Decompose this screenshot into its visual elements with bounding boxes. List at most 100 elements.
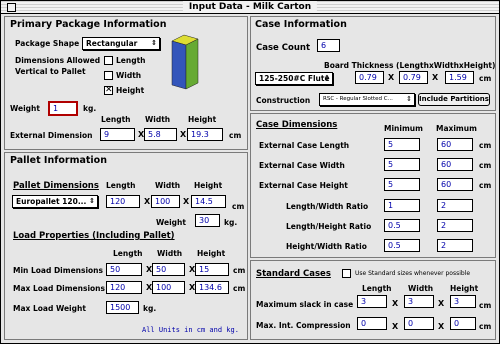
- case-dim-min-field[interactable]: 5: [384, 158, 420, 171]
- board-unit: cm: [479, 74, 492, 83]
- pallet-col-width: Width: [155, 181, 181, 190]
- case-dim-max-field[interactable]: 60: [437, 178, 473, 191]
- col-minimum-label: Minimum: [384, 124, 423, 133]
- max-slack-label: Maximum slack in case: [256, 300, 354, 309]
- height-vertical-checkbox[interactable]: ✕: [104, 86, 113, 95]
- case-dim-min-field[interactable]: 0.5: [384, 239, 420, 252]
- case-dim-max-field[interactable]: 2: [437, 199, 473, 212]
- case-dim-max-field[interactable]: 60: [437, 158, 473, 171]
- col-length-label: Length: [101, 115, 131, 124]
- pallet-type-select[interactable]: Europallet 120... ⇕: [12, 195, 98, 208]
- case-dim-row-label: Length/Height Ratio: [286, 222, 372, 231]
- construction-select[interactable]: RSC - Regular Slotted C... ⇕: [319, 93, 415, 106]
- vertical-to-pallet-label: Vertical to Pallet: [15, 67, 86, 76]
- min-load-length-field[interactable]: 50: [106, 263, 142, 276]
- length-vertical-checkbox[interactable]: [104, 56, 113, 65]
- weight-field[interactable]: 1: [48, 101, 78, 116]
- case-dim-min-field[interactable]: 1: [384, 199, 420, 212]
- pallet-panel: Pallet Information Pallet Dimensions Len…: [4, 152, 248, 340]
- popup-arrow-icon: ⇕: [324, 74, 330, 82]
- case-info-heading: Case Information: [255, 19, 347, 30]
- title-bar[interactable]: Input Data - Milk Carton: [1, 1, 499, 14]
- col-maximum-label: Maximum: [436, 124, 477, 133]
- use-standard-checkbox[interactable]: [342, 269, 351, 278]
- min-load-width-field[interactable]: 50: [152, 263, 185, 276]
- max-load-width-field[interactable]: 100: [152, 281, 185, 294]
- board-width-field[interactable]: 0.79: [399, 71, 428, 84]
- pallet-height-field[interactable]: 14.5: [191, 195, 226, 208]
- times-sign: X: [438, 322, 445, 331]
- case-dim-min-field[interactable]: 5: [384, 178, 420, 191]
- min-load-height-field[interactable]: 15: [195, 263, 229, 276]
- times-sign: X: [392, 299, 399, 308]
- max-compression-label: Max. Int. Compression: [256, 321, 351, 330]
- max-load-length-field[interactable]: 120: [106, 281, 142, 294]
- max-load-unit: cm: [233, 284, 246, 293]
- max-load-height-field[interactable]: 134.6: [195, 281, 229, 294]
- load-col-length: Length: [113, 249, 143, 258]
- max-load-weight-field[interactable]: 1500: [106, 301, 139, 314]
- input-data-window: Input Data - Milk Carton Primary Package…: [0, 0, 500, 344]
- board-height-field[interactable]: 1.59: [445, 71, 474, 84]
- package-shape-select[interactable]: Rectangular ⇕: [82, 37, 160, 50]
- min-load-label: Min Load Dimensions: [13, 266, 103, 275]
- popup-arrow-icon: ⇕: [406, 95, 412, 103]
- load-col-width: Width: [157, 249, 183, 258]
- construction-value: RSC - Regular Slotted C...: [323, 96, 393, 102]
- case-dims-heading: Case Dimensions: [256, 120, 338, 130]
- pallet-col-height: Height: [194, 181, 223, 190]
- ext-length-field[interactable]: 9: [100, 128, 135, 141]
- slack-length-field[interactable]: 3: [357, 295, 387, 308]
- max-load-label: Max Load Dimensions: [13, 284, 105, 293]
- flute-select[interactable]: 125-250#C Flute ⇕: [255, 72, 333, 85]
- standard-cases-panel: Standard Cases Use Standard sizes whenev…: [250, 260, 496, 340]
- compression-length-field[interactable]: 0: [357, 317, 387, 330]
- board-thickness-label: Board Thickness (LengthxWidthxHeight): [324, 61, 496, 70]
- pallet-width-field[interactable]: 100: [151, 195, 180, 208]
- popup-arrow-icon: ⇕: [89, 197, 95, 205]
- case-dim-min-field[interactable]: 0.5: [384, 219, 420, 232]
- load-properties-heading: Load Properties (Including Pallet): [13, 231, 175, 241]
- construction-label: Construction: [256, 96, 311, 105]
- package-shape-value: Rectangular: [86, 39, 138, 48]
- close-box-icon[interactable]: [7, 3, 16, 12]
- slack-unit: cm: [479, 301, 492, 310]
- pallet-length-field[interactable]: 120: [106, 195, 140, 208]
- case-count-field[interactable]: 6: [317, 39, 340, 52]
- case-count-label: Case Count: [256, 43, 311, 53]
- primary-heading: Primary Package Information: [10, 19, 167, 30]
- flute-value: 125-250#C Flute: [259, 74, 330, 83]
- pallet-unit-cm: cm: [232, 202, 245, 211]
- load-col-height: Height: [197, 249, 226, 258]
- min-load-unit: cm: [233, 266, 246, 275]
- dims-allowed-label: Dimensions Allowed: [15, 56, 101, 65]
- pallet-unit-kg: kg.: [224, 218, 238, 227]
- ext-width-field[interactable]: 5.8: [144, 128, 177, 141]
- case-info-panel: Case Information Case Count 6 Board Thic…: [250, 16, 496, 111]
- pallet-weight-label: Weight: [156, 218, 186, 227]
- case-dim-max-field[interactable]: 2: [437, 239, 473, 252]
- compression-height-field[interactable]: 0: [450, 317, 476, 330]
- ext-unit: cm: [229, 131, 242, 140]
- times-sign: X: [438, 299, 445, 308]
- times-sign: X: [388, 73, 395, 82]
- slack-height-field[interactable]: 3: [450, 295, 476, 308]
- standard-cases-heading: Standard Cases: [256, 269, 331, 279]
- weight-unit: kg.: [83, 104, 97, 113]
- width-vertical-checkbox[interactable]: [104, 71, 113, 80]
- compression-width-field[interactable]: 0: [404, 317, 434, 330]
- case-dim-row-label: Length/Width Ratio: [286, 202, 369, 211]
- slack-width-field[interactable]: 3: [404, 295, 434, 308]
- times-sign: X: [183, 197, 190, 206]
- case-dim-max-field[interactable]: 2: [437, 219, 473, 232]
- pallet-weight-field[interactable]: 30: [195, 214, 220, 227]
- length-vertical-label: Length: [116, 56, 146, 65]
- package-shape-label: Package Shape: [15, 39, 80, 48]
- case-dim-min-field[interactable]: 5: [384, 138, 420, 151]
- std-col-length: Length: [362, 284, 392, 293]
- board-length-field[interactable]: 0.79: [355, 71, 384, 84]
- ext-height-field[interactable]: 19.3: [187, 128, 223, 141]
- times-sign: X: [180, 130, 187, 139]
- case-dim-max-field[interactable]: 60: [437, 138, 473, 151]
- include-partitions-button[interactable]: Include Partitions: [418, 93, 490, 106]
